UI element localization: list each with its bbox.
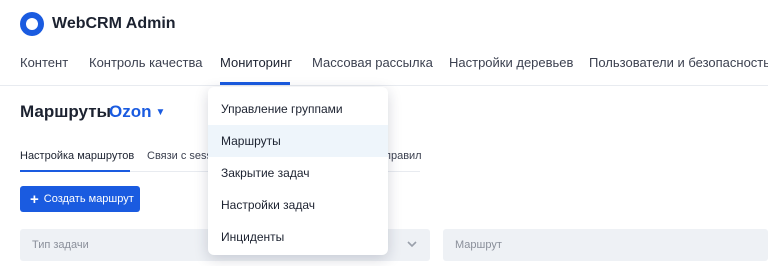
route-select[interactable]: Маршрут — [443, 229, 768, 261]
task-type-placeholder: Тип задачи — [32, 239, 89, 251]
monitoring-dropdown-menu: Управление группами Маршруты Закрытие за… — [208, 87, 388, 255]
chevron-down-icon — [406, 238, 418, 250]
menu-item-group-management[interactable]: Управление группами — [208, 93, 388, 125]
plus-icon: + — [30, 190, 39, 208]
top-header: WebCRM Admin — [0, 0, 768, 86]
nav-item-tree-settings[interactable]: Настройки деревьев — [449, 55, 573, 70]
nav-item-mass-mailing[interactable]: Массовая рассылка — [312, 55, 433, 70]
nav-item-users-security[interactable]: Пользователи и безопасность — [589, 55, 768, 70]
menu-item-task-settings[interactable]: Настройки задач — [208, 189, 388, 221]
app-logo-icon — [20, 12, 44, 36]
menu-item-routes[interactable]: Маршруты — [208, 125, 388, 157]
active-nav-indicator — [220, 82, 290, 85]
tab-session-links[interactable]: Связи с sess — [147, 150, 212, 162]
nav-item-content[interactable]: Контент — [20, 55, 68, 70]
chevron-down-icon: ▼ — [155, 107, 166, 118]
project-selector-label: Ozon — [109, 102, 152, 121]
create-route-button[interactable]: + Создать маршрут — [20, 186, 140, 212]
tab-route-settings[interactable]: Настройка маршрутов — [20, 150, 134, 162]
route-placeholder: Маршрут — [455, 239, 502, 251]
nav-item-monitoring[interactable]: Мониторинг — [220, 55, 292, 70]
menu-item-incidents[interactable]: Инциденты — [208, 221, 388, 253]
nav-item-quality-control[interactable]: Контроль качества — [89, 55, 202, 70]
create-route-button-label: Создать маршрут — [43, 193, 134, 205]
page-title: Маршруты — [20, 102, 112, 121]
app-title: WebCRM Admin — [52, 15, 176, 32]
tab-rules[interactable]: правил — [385, 150, 422, 162]
menu-item-task-closing[interactable]: Закрытие задач — [208, 157, 388, 189]
project-selector[interactable]: Ozon ▼ — [109, 102, 165, 122]
active-tab-indicator — [20, 170, 130, 172]
